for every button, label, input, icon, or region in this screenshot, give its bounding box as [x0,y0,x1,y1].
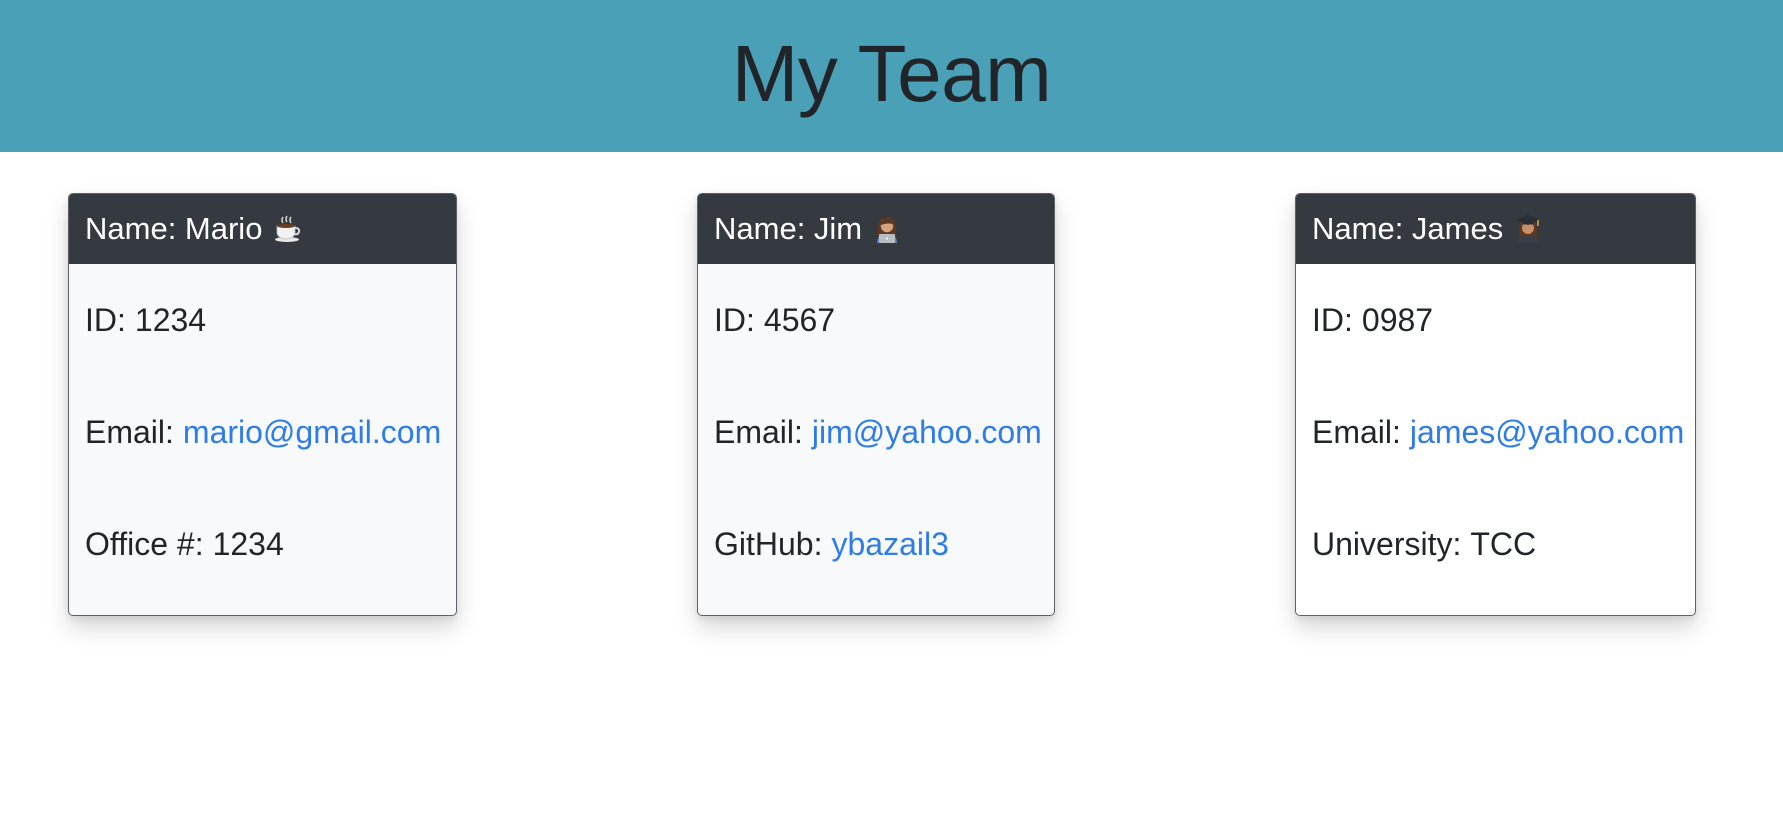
employee-name: Name: Mario [85,211,263,246]
id-label: ID: [714,301,755,338]
student-icon [1513,214,1543,244]
employee-name: Name: James [1312,211,1504,246]
id-value: 4567 [763,301,836,338]
employee-name: Name: Jim [714,211,863,246]
email-link[interactable]: james@yahoo.com [1410,414,1684,451]
page-header-banner: My Team [0,0,1783,152]
email-label: Email: [85,413,174,450]
email-label: Email: [714,413,803,450]
card-header: Name: Mario [69,194,456,264]
university-label: University: [1312,525,1462,562]
page-title: My Team [731,29,1052,118]
github-link[interactable]: ybazail3 [831,526,948,563]
id-value: 0987 [1361,301,1434,338]
employee-email-row: Email: mario@gmail.com [85,376,441,488]
email-link[interactable]: mario@gmail.com [183,414,441,451]
coffee-icon [272,214,302,244]
card-body: ID: 4567 Email: jim@yahoo.com GitHub: yb… [698,264,1054,600]
employee-office-row: Office #: 1234 [85,488,440,600]
employee-id-row: ID: 1234 [85,264,440,376]
university-value: TCC [1470,525,1537,562]
id-value: 1234 [134,301,207,338]
email-link[interactable]: jim@yahoo.com [812,414,1042,451]
employee-id-row: ID: 0987 [1312,264,1679,376]
employee-email-row: Email: james@yahoo.com [1312,376,1684,488]
technologist-icon [872,214,902,244]
email-label: Email: [1312,413,1401,450]
office-value: 1234 [212,525,284,562]
office-label: Office #: [85,525,204,562]
github-label: GitHub: [714,525,823,562]
employee-card-mario: Name: Mario ID: 1234 Email: mario@gmail.… [68,193,457,616]
card-body: ID: 1234 Email: mario@gmail.com Office #… [69,264,456,600]
employee-email-row: Email: jim@yahoo.com [714,376,1042,488]
employee-university-row: University: TCC [1312,488,1679,600]
employee-github-row: GitHub: ybazail3 [714,488,1038,600]
employee-id-row: ID: 4567 [714,264,1038,376]
employee-card-james: Name: James ID: 0987 Email: james@yahoo.… [1295,193,1696,616]
card-header: Name: Jim [698,194,1054,264]
id-label: ID: [85,301,126,338]
id-label: ID: [1312,301,1353,338]
employee-card-jim: Name: Jim ID: 4567 Email: jim@yahoo.com … [697,193,1055,616]
card-header: Name: James [1296,194,1695,264]
card-body: ID: 0987 Email: james@yahoo.com Universi… [1296,264,1695,600]
